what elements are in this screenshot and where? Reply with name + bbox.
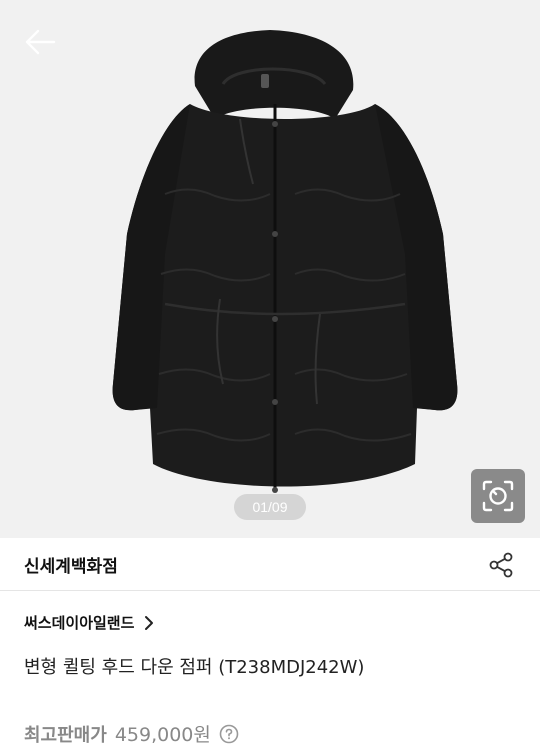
brand-name: 써스데이아일랜드	[24, 614, 135, 632]
image-counter: 01/09	[234, 494, 306, 520]
back-button[interactable]	[18, 22, 62, 62]
share-button[interactable]	[484, 548, 518, 582]
price-label: 최고판매가	[24, 724, 107, 746]
product-image-gallery[interactable]: 01/09	[0, 0, 540, 538]
store-bar: 신세계백화점	[0, 538, 540, 591]
chevron-right-icon	[144, 615, 154, 631]
price-row: 최고판매가 459,000원	[24, 720, 239, 747]
arrow-left-icon	[25, 29, 56, 55]
store-name: 신세계백화점	[24, 557, 118, 577]
product-image	[112, 30, 458, 493]
brand-link[interactable]: 써스데이아일랜드	[24, 612, 154, 633]
share-icon	[489, 552, 513, 578]
camera-search-icon	[482, 480, 514, 512]
price-info-button[interactable]	[219, 724, 239, 744]
product-title: 변형 퀼팅 후드 다운 점퍼 (T238MDJ242W)	[24, 657, 365, 678]
price-value: 459,000원	[114, 724, 211, 746]
image-search-button[interactable]	[471, 469, 525, 523]
question-circle-icon	[219, 724, 239, 743]
